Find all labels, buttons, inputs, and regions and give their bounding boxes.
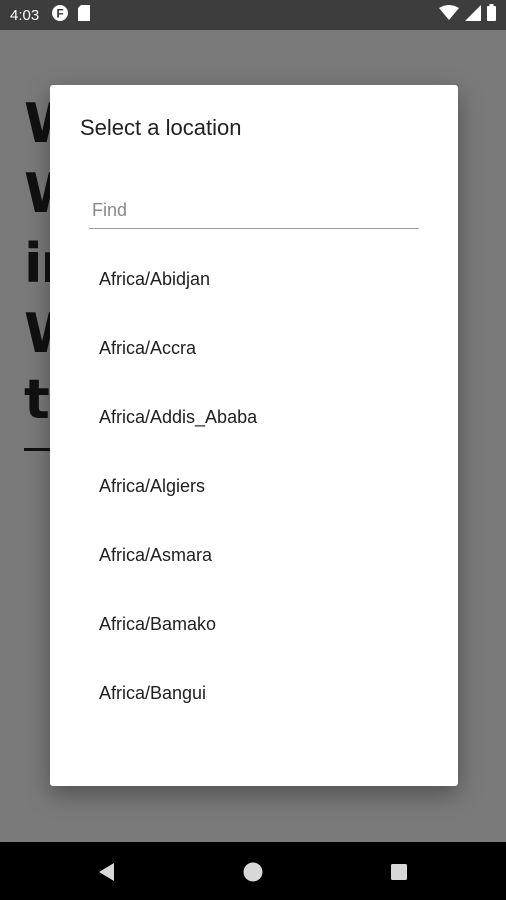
list-item[interactable]: Africa/Abidjan (99, 245, 429, 314)
wifi-icon (439, 4, 459, 26)
home-icon[interactable] (242, 861, 264, 883)
status-bar: 4:03 F (0, 0, 506, 30)
list-item[interactable]: Africa/Asmara (99, 521, 429, 590)
find-input[interactable] (89, 193, 419, 229)
list-scroll-fade (50, 735, 458, 757)
battery-icon (487, 4, 496, 26)
status-time: 4:03 (10, 6, 40, 24)
sd-card-icon (77, 4, 91, 26)
back-icon[interactable] (96, 861, 118, 883)
list-item[interactable]: Africa/Bamako (99, 590, 429, 659)
list-item[interactable]: Africa/Accra (99, 314, 429, 383)
list-item[interactable]: Africa/Bangui (99, 659, 429, 728)
recents-icon[interactable] (388, 861, 410, 883)
signal-icon (465, 4, 481, 26)
list-item[interactable]: Africa/Addis_Ababa (99, 383, 429, 452)
navigation-bar (0, 842, 506, 900)
location-dialog: Select a location Africa/Abidjan Africa/… (50, 85, 458, 786)
notification-f-icon: F (51, 4, 69, 27)
svg-text:F: F (57, 6, 64, 20)
list-item[interactable]: Africa/Algiers (99, 452, 429, 521)
location-list[interactable]: Africa/Abidjan Africa/Accra Africa/Addis… (50, 245, 458, 757)
background-text-fragment: t (24, 368, 50, 431)
dialog-title: Select a location (80, 115, 242, 140)
